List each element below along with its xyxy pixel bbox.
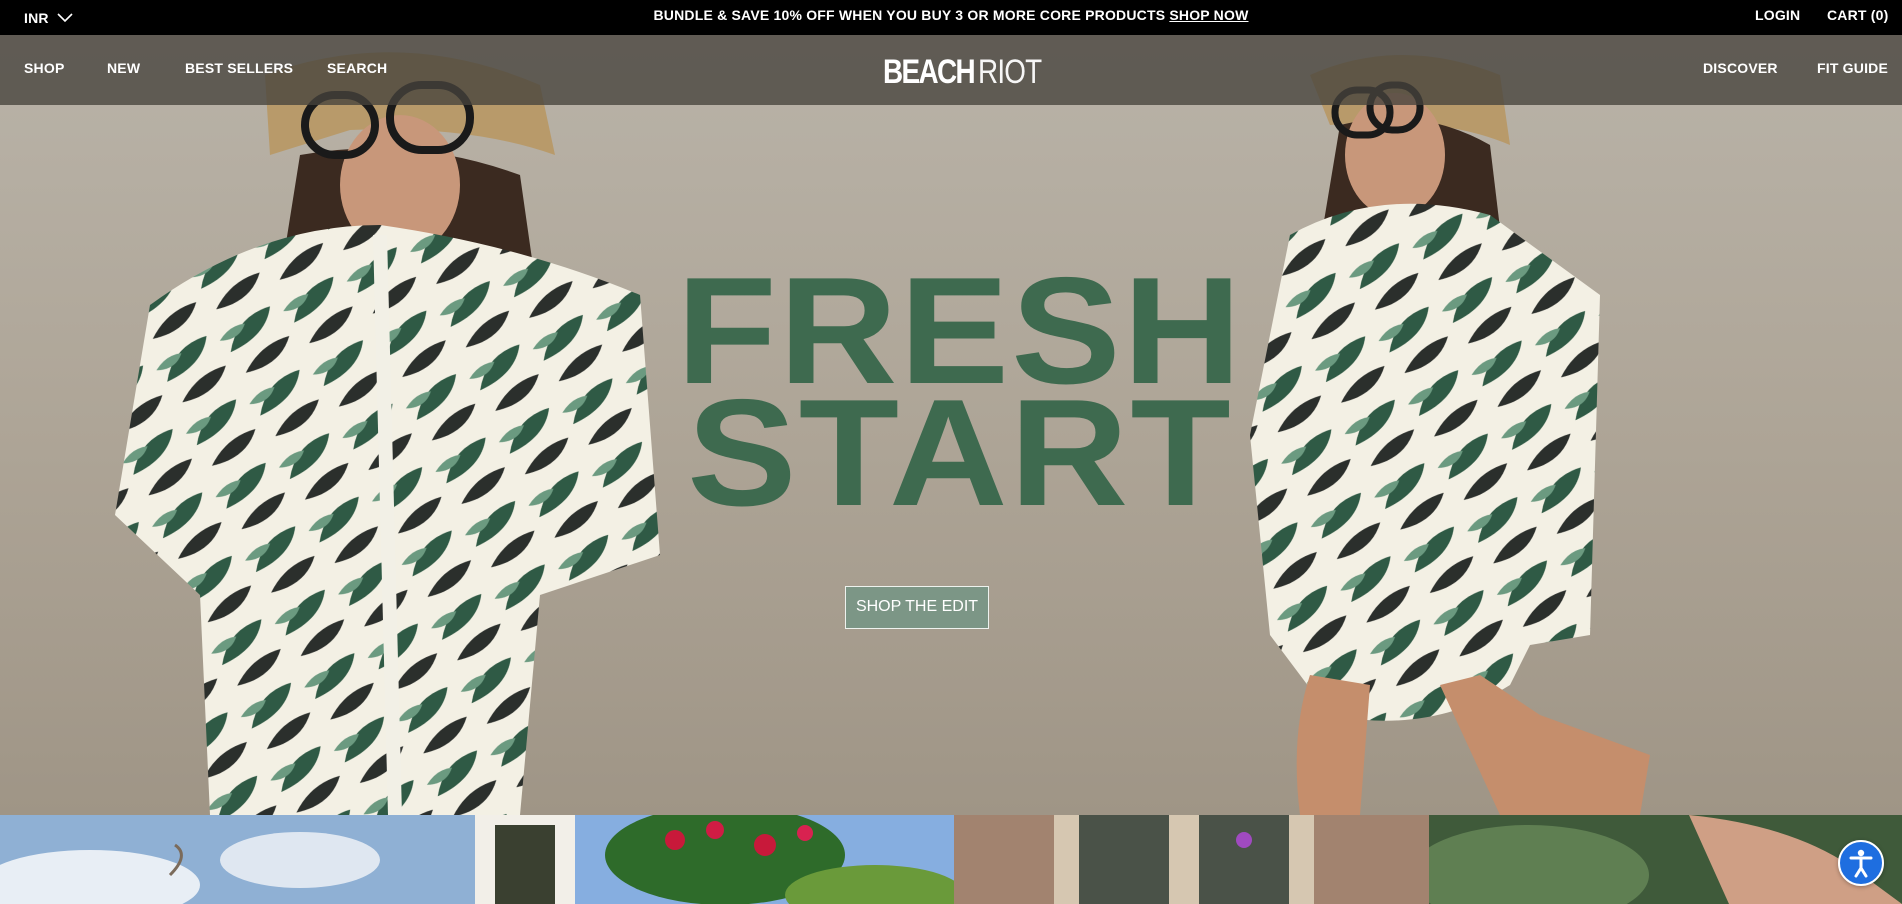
promo-banner: BUNDLE & SAVE 10% OFF WHEN YOU BUY 3 OR … [0,0,1902,35]
tile-image [475,815,954,904]
collection-tile[interactable] [475,815,954,904]
headline-line-2: START [687,368,1233,538]
promo-text: BUNDLE & SAVE 10% OFF WHEN YOU BUY 3 OR … [653,7,1170,23]
nav-best-sellers[interactable]: BEST SELLERS [185,35,293,102]
collection-tile[interactable] [0,815,475,904]
logo-beach: BEACH [883,53,976,91]
hero-banner[interactable]: FRESH START SHOP THE EDIT [0,35,1902,815]
logo-riot: RIOT [977,53,1042,91]
nav-new[interactable]: NEW [107,35,140,102]
shop-the-edit-button[interactable]: SHOP THE EDIT [845,586,989,629]
nav-shop[interactable]: SHOP [24,35,64,102]
tile-image [0,815,475,904]
announcement-bar: INR BUNDLE & SAVE 10% OFF WHEN YOU BUY 3… [0,0,1902,35]
nav-search[interactable]: SEARCH [327,35,387,102]
login-link[interactable]: LOGIN [1755,0,1800,30]
tile-image [1429,815,1902,904]
currency-selector[interactable]: INR [24,0,73,35]
promo-shop-now-link[interactable]: SHOP NOW [1169,7,1248,23]
collection-tile[interactable] [954,815,1429,904]
site-header: SHOP NEW BEST SELLERS SEARCH BEACH RIOT … [0,35,1902,105]
tile-image [954,815,1429,904]
nav-discover[interactable]: DISCOVER [1703,35,1778,102]
collection-tiles [0,815,1902,904]
accessibility-icon [1849,849,1873,878]
nav-fit-guide[interactable]: FIT GUIDE [1817,35,1888,102]
cart-link[interactable]: CART (0) [1827,0,1888,30]
collection-tile[interactable] [1429,815,1902,904]
currency-label: INR [24,9,49,26]
accessibility-button[interactable] [1838,840,1884,886]
hero-headline: FRESH START [625,255,1295,538]
chevron-down-icon [57,12,73,22]
site-logo[interactable]: BEACH RIOT [883,53,1055,91]
